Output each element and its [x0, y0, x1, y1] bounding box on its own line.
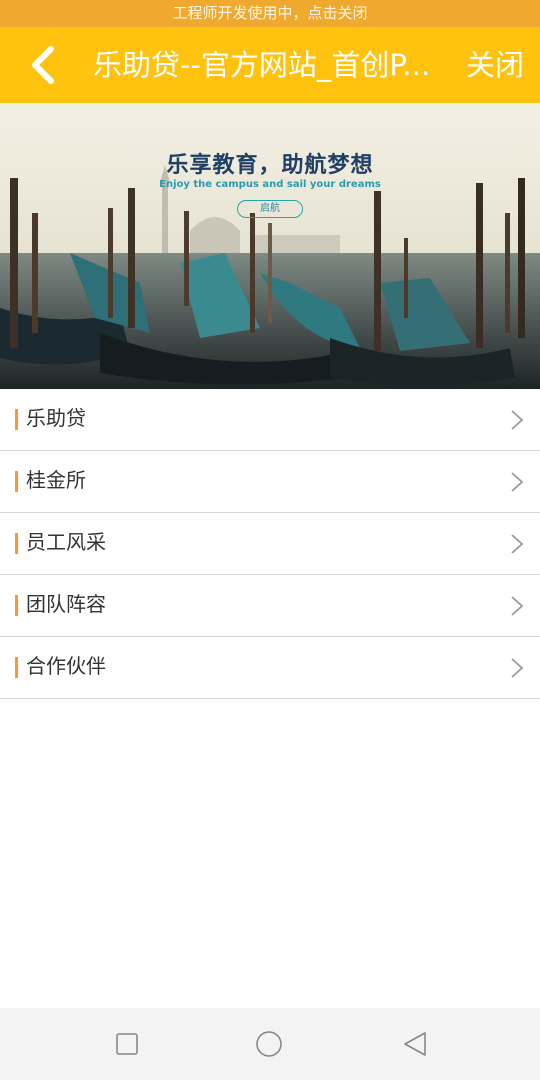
triangle-back-icon: [404, 1032, 426, 1056]
banner-start-button[interactable]: 启航: [237, 200, 303, 218]
accent-bar: [15, 595, 18, 616]
venice-gondolas-image: [0, 103, 540, 389]
menu-item-label: 团队阵容: [26, 592, 106, 616]
recent-apps-button[interactable]: [112, 1030, 142, 1060]
menu-item-label: 桂金所: [26, 468, 86, 492]
circle-icon: [256, 1031, 282, 1057]
banner-subtitle: Enjoy the campus and sail your dreams: [159, 179, 381, 190]
menu-item-team[interactable]: 团队阵容: [0, 575, 540, 637]
menu-item-label: 乐助贷: [26, 406, 86, 430]
hero-banner[interactable]: 乐享教育，助航梦想 Enjoy the campus and sail your…: [0, 103, 540, 389]
chevron-right-icon: [511, 658, 524, 678]
menu-item-partners[interactable]: 合作伙伴: [0, 637, 540, 699]
app-header: 乐助贷--官方网站_首创P... 关闭: [0, 27, 540, 103]
menu-item-guijinsuo[interactable]: 桂金所: [0, 451, 540, 513]
close-button[interactable]: 关闭: [466, 27, 524, 103]
chevron-right-icon: [511, 596, 524, 616]
menu-item-label: 员工风采: [26, 530, 106, 554]
home-button[interactable]: [254, 1030, 284, 1060]
chevron-right-icon: [511, 534, 524, 554]
back-button[interactable]: [18, 41, 68, 89]
developer-mode-banner[interactable]: 工程师开发使用中，点击关闭: [0, 0, 540, 27]
menu-list: 乐助贷 桂金所 员工风采 团队阵容 合作伙伴: [0, 389, 540, 699]
accent-bar: [15, 409, 18, 430]
chevron-right-icon: [511, 410, 524, 430]
page-title: 乐助贷--官方网站_首创P...: [93, 48, 431, 82]
menu-item-label: 合作伙伴: [26, 654, 106, 678]
banner-title: 乐享教育，助航梦想: [166, 153, 374, 178]
system-navigation-bar: [0, 1008, 540, 1080]
square-icon: [116, 1033, 138, 1055]
chevron-right-icon: [511, 472, 524, 492]
menu-item-staff[interactable]: 员工风采: [0, 513, 540, 575]
chevron-left-icon: [32, 46, 54, 84]
nav-back-button[interactable]: [400, 1030, 430, 1060]
accent-bar: [15, 471, 18, 492]
menu-item-lezhudai[interactable]: 乐助贷: [0, 389, 540, 451]
accent-bar: [15, 533, 18, 554]
accent-bar: [15, 657, 18, 678]
